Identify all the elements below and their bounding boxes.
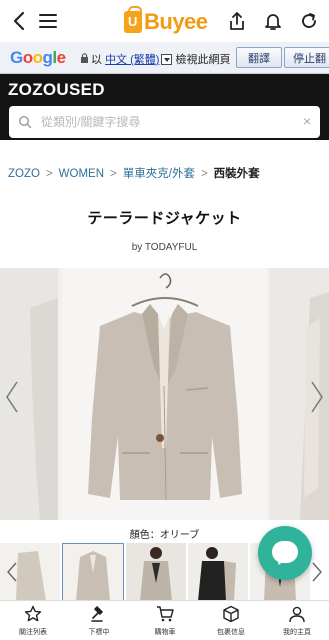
breadcrumb-item-zozo[interactable]: ZOZO [8,168,40,180]
thumbnail-prev-arrow-icon[interactable] [6,561,18,583]
translate-button[interactable]: 翻譯 [236,47,282,68]
star-icon [24,605,42,622]
site-header: ZOZOUSED × [0,74,329,140]
tab-cart[interactable]: 購物車 [132,601,198,640]
lock-icon [81,53,88,63]
tab-label: 下標中 [88,629,110,636]
tab-label: 關注列表 [19,629,47,636]
bell-icon[interactable] [264,11,282,31]
tab-my-page[interactable]: 我的主頁 [264,601,329,640]
product-brand[interactable]: by TODAYFUL [0,242,329,253]
tab-label: 包裹信息 [217,629,245,636]
product-image[interactable] [62,268,267,520]
breadcrumb-item-women[interactable]: WOMEN [59,168,104,180]
tab-label: 購物車 [154,629,176,636]
tab-packages[interactable]: 包裹信息 [198,601,264,640]
thumbnail-selected[interactable] [62,543,124,601]
product-image-carousel[interactable] [0,268,329,520]
thumbnail[interactable] [188,543,248,601]
breadcrumb-separator: > [110,168,117,180]
translate-suffix: 檢視此網頁 [175,54,231,66]
carousel-next-arrow-icon[interactable] [309,380,325,414]
zozoused-logo[interactable]: ZOZOUSED [8,80,105,100]
search-input[interactable] [41,112,291,132]
language-link[interactable]: 中文 (繁體) [105,54,159,66]
jacket-image [88,273,242,501]
reload-icon[interactable] [299,11,319,31]
tab-watchlist[interactable]: 關注列表 [0,601,66,640]
gavel-icon [91,606,103,622]
thumbnail[interactable] [126,543,186,601]
share-icon[interactable] [228,11,246,31]
google-translate-bar: Google 以 中文 (繁體) 檢視此網頁 翻譯 停止翻 [0,42,329,74]
tab-label: 我的主頁 [283,629,311,636]
tab-bidding[interactable]: 下標中 [66,601,132,640]
breadcrumb-separator: > [200,168,208,180]
product-title: テーラードジャケット [87,210,242,227]
cart-icon [157,606,174,622]
buyee-logo-text: Buyee [144,9,208,34]
buyee-logo[interactable]: Buyee [124,6,208,36]
stop-translate-button[interactable]: 停止翻 [284,47,329,68]
app-bar: Buyee [0,0,329,42]
breadcrumb-current: 西裝外套 [213,168,260,180]
google-logo: Google [10,48,66,67]
person-icon [289,606,305,623]
translate-prefix: 以 [91,54,102,66]
thumbnail-next-arrow-icon[interactable] [311,561,323,583]
chat-bubble-icon [272,541,298,563]
back-arrow-icon[interactable] [10,10,30,32]
carousel-prev-arrow-icon[interactable] [4,380,20,414]
breadcrumb-item-jackets[interactable]: 單車夾克/外套 [123,168,195,180]
clear-icon[interactable]: × [303,114,315,128]
search-box[interactable]: × [9,106,320,138]
bottom-tab-bar: 關注列表 下標中 購物車 包裹信息 我的主頁 [0,600,329,640]
breadcrumb: ZOZO > WOMEN > 單車夾克/外套 > 西裝外套 [8,165,260,181]
search-icon [18,115,32,129]
translate-prompt: 以 中文 (繁體) 檢視此網頁 [91,51,231,67]
language-dropdown-icon[interactable] [161,54,173,65]
hamburger-menu-icon[interactable] [38,12,58,30]
chat-button[interactable] [258,526,312,580]
breadcrumb-separator: > [45,168,53,180]
package-icon [223,605,239,623]
buyee-bag-icon [124,6,142,33]
